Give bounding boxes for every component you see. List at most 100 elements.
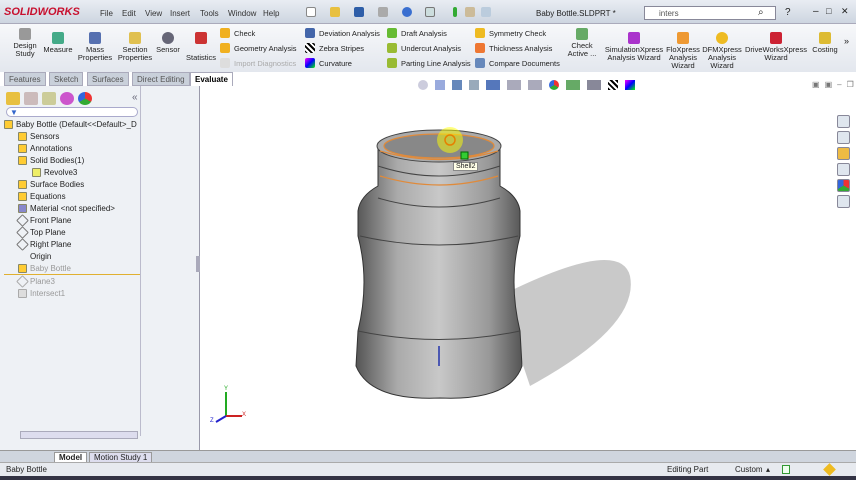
symmetry-check-button[interactable]: Symmetry Check xyxy=(475,28,546,38)
axis-y-label: Y xyxy=(224,386,229,392)
tree-item-baby-bottle-folder[interactable]: Baby Bottle xyxy=(4,262,140,274)
section-properties-button[interactable]: Section Properties xyxy=(116,32,154,62)
tree-item-plane3[interactable]: Plane3 xyxy=(4,274,140,288)
measure-button[interactable]: Measure xyxy=(42,32,74,54)
tree-item-right-plane[interactable]: Right Plane xyxy=(4,237,140,251)
menu-tools[interactable]: Tools xyxy=(200,9,219,18)
sensor-folder-icon xyxy=(18,131,27,141)
minimize-icon[interactable]: – xyxy=(813,6,819,17)
rebuild-status-icon[interactable] xyxy=(823,463,836,476)
dfmxpress-button[interactable]: DFMXpress Analysis Wizard xyxy=(702,32,742,70)
print-icon[interactable] xyxy=(378,7,388,17)
bottle-model[interactable] xyxy=(200,86,856,450)
units-dropdown[interactable]: Custom xyxy=(735,465,763,474)
tree-item-annotations[interactable]: Annotations xyxy=(4,142,140,154)
tab-direct-editing[interactable]: Direct Editing xyxy=(132,72,190,86)
maximize-icon[interactable]: □ xyxy=(826,6,831,16)
mass-properties-button[interactable]: Mass Properties xyxy=(76,32,114,62)
plane-icon xyxy=(16,237,29,251)
check-active-icon xyxy=(576,28,588,40)
undo-icon[interactable] xyxy=(402,7,412,17)
chevron-up-icon[interactable]: ▴ xyxy=(766,465,770,474)
rebuild-icon[interactable] xyxy=(453,7,457,17)
tree-item-equations[interactable]: Equations xyxy=(4,190,140,202)
simulationxpress-icon xyxy=(628,32,640,44)
help-icon[interactable]: ? xyxy=(785,7,791,18)
tab-sketch[interactable]: Sketch xyxy=(49,72,84,86)
tree-item-surface-bodies[interactable]: Surface Bodies xyxy=(4,178,140,190)
menu-insert[interactable]: Insert xyxy=(170,9,190,18)
draft-analysis-button[interactable]: Draft Analysis xyxy=(387,28,447,38)
feature-tree: Baby Bottle (Default<<Default>_D Sensors… xyxy=(4,118,140,299)
origin-icon xyxy=(18,252,27,261)
driveworksxpress-button[interactable]: DriveWorksXpress Wizard xyxy=(744,32,808,62)
configuration-tab-icon[interactable] xyxy=(42,92,56,105)
tree-item-origin[interactable]: Origin xyxy=(4,250,140,262)
zebra-stripes-button[interactable]: Zebra Stripes xyxy=(305,43,364,53)
check-icon xyxy=(220,28,230,38)
curvature-button[interactable]: Curvature xyxy=(305,58,352,68)
file-explorer-icon[interactable] xyxy=(837,147,850,160)
view-palette-icon[interactable] xyxy=(837,163,850,176)
menu-help[interactable]: Help xyxy=(263,9,279,18)
property-manager-tab-icon[interactable] xyxy=(24,92,38,105)
options-icon[interactable] xyxy=(481,7,491,17)
costing-button[interactable]: Costing xyxy=(810,32,840,54)
menu-edit[interactable]: Edit xyxy=(122,9,136,18)
design-library-icon[interactable] xyxy=(837,131,850,144)
tree-item-revolve3[interactable]: Revolve3 xyxy=(4,166,140,178)
tree-item-intersect1[interactable]: Intersect1 xyxy=(4,287,140,299)
search-input[interactable]: inters xyxy=(644,6,776,20)
floxpress-button[interactable]: FloXpress Analysis Wizard xyxy=(664,32,702,70)
geometry-analysis-button[interactable]: Geometry Analysis xyxy=(220,43,297,53)
driveworks-icon xyxy=(770,32,782,44)
close-icon[interactable]: ✕ xyxy=(841,6,849,17)
search-icon[interactable]: ⌕ xyxy=(758,7,764,18)
thickness-analysis-button[interactable]: Thickness Analysis xyxy=(475,43,552,53)
tab-evaluate[interactable]: Evaluate xyxy=(190,72,233,86)
tab-surfaces[interactable]: Surfaces xyxy=(87,72,129,86)
deviation-analysis-button[interactable]: Deviation Analysis xyxy=(305,28,380,38)
parting-line-analysis-button[interactable]: Parting Line Analysis xyxy=(387,58,471,68)
new-document-icon[interactable] xyxy=(306,7,316,17)
tree-item-sensors[interactable]: Sensors xyxy=(4,130,140,142)
thickness-icon xyxy=(475,43,485,53)
import-diagnostics-button[interactable]: Import Diagnostics xyxy=(220,58,296,68)
undercut-analysis-button[interactable]: Undercut Analysis xyxy=(387,43,461,53)
dimxpert-tab-icon[interactable] xyxy=(60,92,74,105)
document-title: Baby Bottle.SLDPRT * xyxy=(536,9,616,18)
compare-documents-button[interactable]: Compare Documents xyxy=(475,58,560,68)
tree-item-front-plane[interactable]: Front Plane xyxy=(4,213,140,227)
tree-item-top-plane[interactable]: Top Plane xyxy=(4,225,140,239)
menu-window[interactable]: Window xyxy=(228,9,256,18)
simulationxpress-button[interactable]: SimulationXpress Analysis Wizard xyxy=(602,32,666,62)
custom-properties-icon[interactable] xyxy=(837,195,850,208)
tab-features[interactable]: Features xyxy=(4,72,46,86)
sensor-button[interactable]: Sensor xyxy=(154,32,182,54)
select-icon[interactable] xyxy=(425,7,435,17)
design-study-button[interactable]: Design Study xyxy=(8,28,42,58)
tree-item-material[interactable]: Material <not specified> xyxy=(4,202,140,214)
menu-view[interactable]: View xyxy=(145,9,162,18)
menu-file[interactable]: File xyxy=(100,9,113,18)
graphics-viewport[interactable]: ▣▣–❐✕ Shell2 Y X Z xyxy=(200,80,856,450)
tree-item-solid-bodies[interactable]: Solid Bodies(1) xyxy=(4,154,140,166)
feature-tree-tab-icon[interactable] xyxy=(6,92,20,105)
display-manager-tab-icon[interactable] xyxy=(78,92,92,105)
file-properties-icon[interactable] xyxy=(465,7,475,17)
quick-help-icon[interactable] xyxy=(782,465,790,474)
filter-input[interactable]: ▼ xyxy=(6,107,138,117)
design-study-icon xyxy=(19,28,31,40)
save-icon[interactable] xyxy=(354,7,364,17)
solidworks-logo[interactable]: SOLIDWORKS xyxy=(4,6,80,18)
check-active-button[interactable]: Check Active ... xyxy=(565,28,599,58)
appearances-icon[interactable] xyxy=(837,179,850,192)
tree-root[interactable]: Baby Bottle (Default<<Default>_D xyxy=(4,118,140,130)
home-icon[interactable] xyxy=(837,115,850,128)
horizontal-scrollbar[interactable] xyxy=(20,431,138,439)
collapse-panel-icon[interactable]: « xyxy=(132,92,138,103)
more-commands-icon[interactable]: » xyxy=(844,36,849,46)
statistics-button[interactable]: Statistics xyxy=(184,32,218,62)
open-folder-icon[interactable] xyxy=(330,7,340,17)
check-button[interactable]: Check xyxy=(220,28,255,38)
